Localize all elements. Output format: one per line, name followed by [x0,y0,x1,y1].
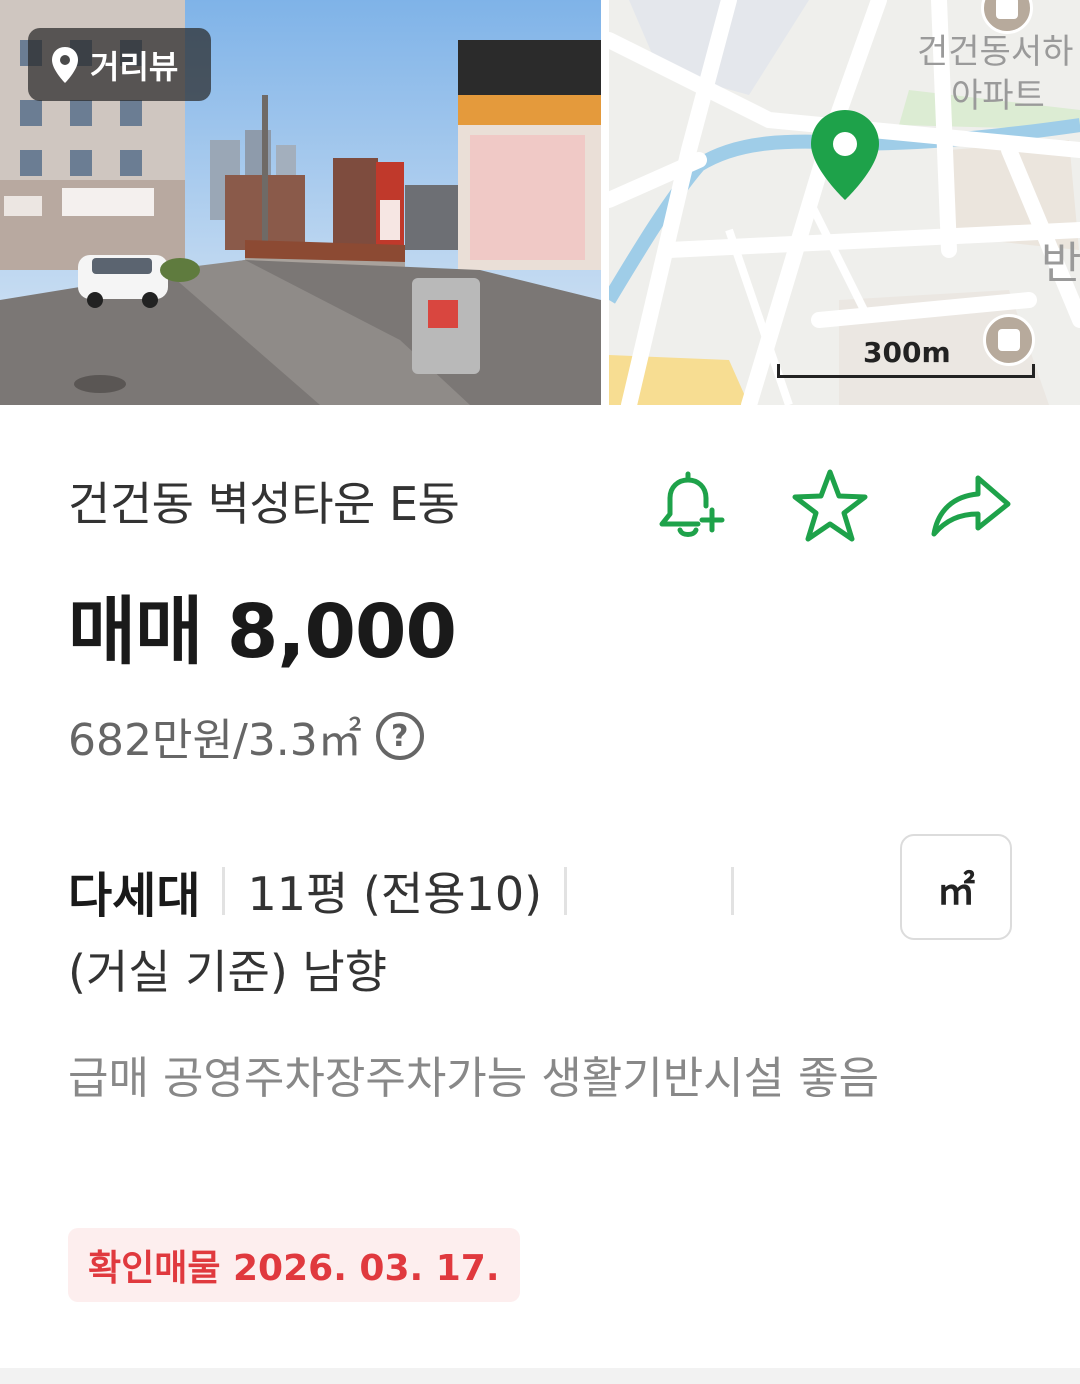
map-label-apartment-name: 건건동서하 [917,32,1074,72]
property-type: 다세대 [68,868,201,924]
map-scale-bar [777,364,1035,378]
listing-title: 건건동 벽성타운 E동 [68,477,460,531]
divider [564,867,568,915]
action-bar [650,466,1030,550]
street-view-photo[interactable]: 거리뷰 [0,0,601,405]
bell-plus-icon [654,468,730,548]
star-icon [788,464,872,552]
sale-price: 매매 8,000 [68,589,457,675]
direction-text: (거실 기준) 남향 [68,945,388,999]
map-label-partial: 반 [1041,238,1080,289]
divider [222,867,226,915]
help-icon[interactable]: ? [375,712,424,760]
area-size: 11평 (전용10) [247,867,543,921]
share-icon [928,464,1012,552]
spec-row: 다세대 11평 (전용10) [68,856,756,926]
share-button[interactable] [928,466,1012,550]
divider [731,867,735,915]
alert-button[interactable] [650,466,734,550]
map-thumbnail[interactable]: 건건동서하 아파트 반 300m [609,0,1080,405]
listing-description: 급매 공영주차장주차가능 생활기반시설 좋음 [68,1053,880,1104]
unit-toggle-button[interactable]: ㎡ [900,834,1012,940]
unit-price-row: 682만원/3.3㎡ ? [68,704,424,768]
unit-price-text: 682만원/3.3㎡ [68,715,362,766]
verified-listing-badge: 확인매물 2026. 03. 17. [68,1228,520,1302]
streetview-button[interactable]: 거리뷰 [28,28,211,101]
hero-section: 거리뷰 건건동서하 아파트 반 300m [0,0,1080,405]
streetview-label: 거리뷰 [90,47,179,86]
building-marker-icon [983,314,1035,366]
section-separator [0,1368,1080,1384]
location-pin-icon [50,45,80,85]
map-location-pin-icon [809,108,881,202]
favorite-button[interactable] [788,466,872,550]
map-label-apartment: 아파트 [951,76,1045,116]
